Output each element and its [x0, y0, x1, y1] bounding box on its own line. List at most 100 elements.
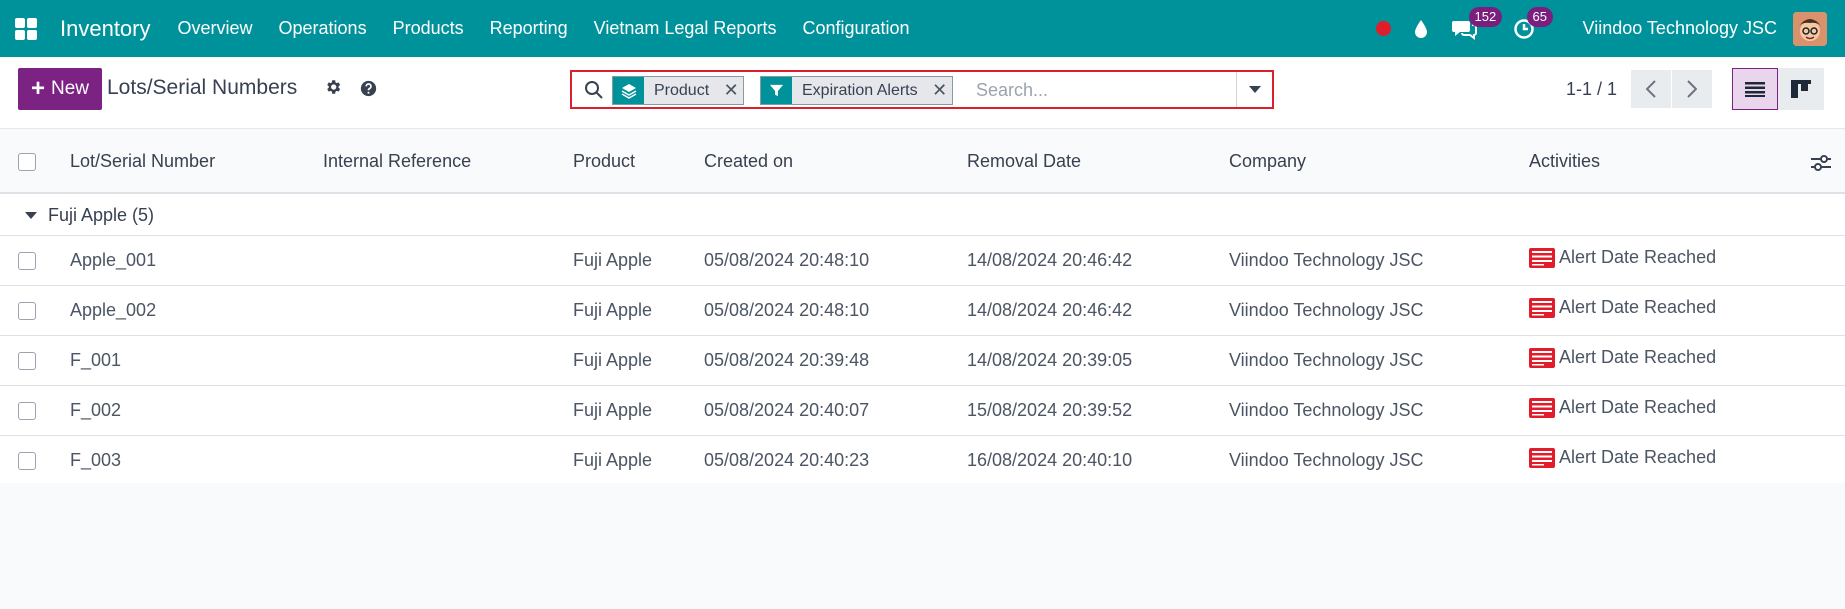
menu-reporting[interactable]: Reporting: [490, 18, 568, 39]
cell-removal-date: 15/08/2024 20:39:52: [967, 385, 1229, 436]
cell-lot: F_003: [70, 435, 323, 486]
cell-internal-reference: [323, 385, 573, 436]
column-header-removal-date[interactable]: Removal Date: [967, 130, 1229, 194]
optional-columns-icon[interactable]: [1811, 154, 1831, 177]
search-icon[interactable]: [584, 80, 604, 105]
pager-previous-button[interactable]: [1631, 70, 1671, 108]
column-header-lot[interactable]: Lot/Serial Number: [70, 130, 323, 194]
cell-removal-date: 16/08/2024 20:40:10: [967, 435, 1229, 486]
activity-status[interactable]: Alert Date Reached: [1529, 397, 1716, 418]
facet-label: Product: [654, 82, 710, 99]
activities-button[interactable]: 65: [1513, 6, 1553, 40]
column-header-company[interactable]: Company: [1229, 130, 1529, 194]
chevron-right-icon: [1687, 80, 1697, 98]
caret-down-icon: [1248, 85, 1261, 93]
select-all-checkbox[interactable]: [18, 152, 36, 171]
lots-table: Lot/Serial Number Internal Reference Pro…: [0, 130, 1845, 486]
cell-product: Fuji Apple: [573, 385, 704, 436]
activity-status[interactable]: Alert Date Reached: [1529, 297, 1716, 318]
help-icon[interactable]: [360, 80, 377, 102]
row-checkbox[interactable]: [18, 451, 36, 470]
row-checkbox[interactable]: [18, 351, 36, 370]
cell-lot: F_001: [70, 335, 323, 386]
activities-count-badge: 65: [1526, 6, 1553, 27]
table-header-row: Lot/Serial Number Internal Reference Pro…: [0, 130, 1845, 194]
activity-label: Alert Date Reached: [1559, 347, 1717, 368]
new-button[interactable]: + New: [18, 68, 102, 110]
table-row[interactable]: F_002 Fuji Apple 05/08/2024 20:40:07 15/…: [0, 385, 1845, 436]
alert-list-icon: [1529, 447, 1555, 468]
cell-lot: F_002: [70, 385, 323, 436]
cell-removal-date: 14/08/2024 20:46:42: [967, 285, 1229, 336]
cell-lot: Apple_001: [70, 235, 323, 286]
cell-created-on: 05/08/2024 20:40:23: [704, 435, 967, 486]
cell-internal-reference: [323, 335, 573, 386]
cell-company: Viindoo Technology JSC: [1229, 435, 1529, 486]
gear-icon[interactable]: [324, 78, 342, 101]
kanban-icon: [1791, 80, 1811, 98]
remove-facet-icon[interactable]: ✕: [928, 77, 952, 104]
cell-product: Fuji Apple: [573, 285, 704, 336]
pager-next-button[interactable]: [1672, 70, 1712, 108]
cell-removal-date: 14/08/2024 20:39:05: [967, 335, 1229, 386]
navbar-systray: 152 65 Viindoo Technology JSC: [1375, 0, 1827, 57]
alert-list-icon: [1529, 397, 1555, 418]
column-header-activities[interactable]: Activities: [1529, 130, 1845, 194]
recording-dot-icon[interactable]: [1375, 21, 1391, 36]
cell-company: Viindoo Technology JSC: [1229, 285, 1529, 336]
messages-button[interactable]: 152: [1451, 6, 1503, 40]
company-switcher[interactable]: Viindoo Technology JSC: [1583, 18, 1777, 39]
column-header-created-on[interactable]: Created on: [704, 130, 967, 194]
row-checkbox[interactable]: [18, 251, 36, 270]
table-row[interactable]: Apple_002 Fuji Apple 05/08/2024 20:48:10…: [0, 285, 1845, 336]
table-row[interactable]: F_003 Fuji Apple 05/08/2024 20:40:23 16/…: [0, 435, 1845, 486]
group-row-fuji-apple[interactable]: Fuji Apple (5): [0, 193, 1845, 236]
activity-status[interactable]: Alert Date Reached: [1529, 347, 1716, 368]
group-toggle[interactable]: Fuji Apple (5): [0, 205, 154, 226]
activity-label: Alert Date Reached: [1559, 397, 1717, 418]
search-options-toggle[interactable]: [1236, 72, 1272, 107]
activity-label: Alert Date Reached: [1559, 297, 1717, 318]
remove-facet-icon[interactable]: ✕: [719, 77, 743, 104]
activity-status[interactable]: Alert Date Reached: [1529, 247, 1716, 268]
chevron-left-icon: [1646, 80, 1656, 98]
filter-icon: [761, 77, 792, 104]
activity-status[interactable]: Alert Date Reached: [1529, 447, 1716, 468]
table-row[interactable]: F_001 Fuji Apple 05/08/2024 20:39:48 14/…: [0, 335, 1845, 386]
layers-icon: [613, 77, 644, 104]
menu-operations[interactable]: Operations: [279, 18, 367, 39]
activity-label: Alert Date Reached: [1559, 247, 1717, 268]
apps-grid-icon[interactable]: [15, 17, 37, 40]
column-header-internal-reference[interactable]: Internal Reference: [323, 130, 573, 194]
page-title: Lots/Serial Numbers: [107, 76, 298, 99]
facet-label: Expiration Alerts: [802, 82, 918, 99]
kanban-view-button[interactable]: [1778, 68, 1824, 110]
cell-internal-reference: [323, 435, 573, 486]
column-header-product[interactable]: Product: [573, 130, 704, 194]
alert-list-icon: [1529, 297, 1555, 318]
user-avatar[interactable]: [1793, 11, 1827, 46]
empty-list-area: [0, 483, 1845, 609]
menu-overview[interactable]: Overview: [178, 18, 253, 39]
search-input[interactable]: [976, 77, 1236, 104]
app-title[interactable]: Inventory: [60, 16, 151, 42]
menu-vietnam-legal-reports[interactable]: Vietnam Legal Reports: [594, 18, 777, 39]
menu-products[interactable]: Products: [393, 18, 464, 39]
search-bar: Product ✕ Expiration Alerts ✕: [570, 70, 1274, 109]
drop-icon[interactable]: [1413, 19, 1429, 39]
plus-icon: +: [30, 75, 45, 102]
row-checkbox[interactable]: [18, 401, 36, 420]
table-row[interactable]: Apple_001 Fuji Apple 05/08/2024 20:48:10…: [0, 235, 1845, 286]
cell-company: Viindoo Technology JSC: [1229, 235, 1529, 286]
row-checkbox[interactable]: [18, 301, 36, 320]
menu-configuration[interactable]: Configuration: [802, 18, 909, 39]
new-button-label: New: [51, 78, 90, 99]
cell-created-on: 05/08/2024 20:40:07: [704, 385, 967, 436]
cell-company: Viindoo Technology JSC: [1229, 385, 1529, 436]
alert-list-icon: [1529, 247, 1555, 268]
list-view-button[interactable]: [1732, 68, 1778, 110]
cell-product: Fuji Apple: [573, 435, 704, 486]
list-icon: [1745, 82, 1765, 97]
facet-filter-expiration-alerts: Expiration Alerts ✕: [760, 76, 953, 105]
pager-value[interactable]: 1-1 / 1: [1566, 79, 1617, 100]
